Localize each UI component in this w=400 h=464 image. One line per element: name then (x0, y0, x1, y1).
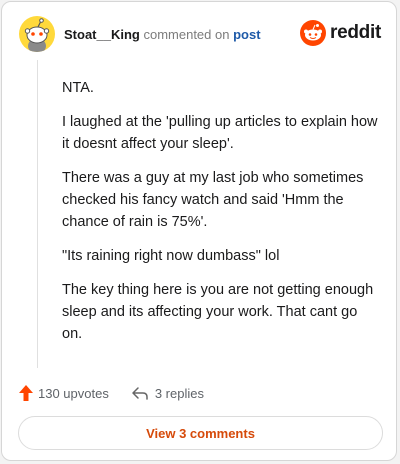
post-link[interactable]: post (233, 27, 260, 42)
comment-paragraph: "Its raining right now dumbass" lol (62, 248, 280, 264)
upvote-control[interactable]: 130 upvotes (18, 384, 109, 402)
view-comments-button[interactable]: View 3 comments (18, 416, 383, 450)
reddit-brand[interactable]: reddit (300, 20, 381, 46)
user-avatar[interactable] (19, 16, 55, 52)
reddit-logo-icon (300, 20, 327, 46)
upvote-arrow-icon[interactable] (18, 384, 34, 402)
comment-paragraph: NTA. (62, 80, 94, 96)
replies-control[interactable]: 3 replies (131, 386, 204, 401)
reply-arrow-icon (132, 387, 148, 400)
username-link[interactable]: Stoat__King (64, 27, 140, 42)
comment-paragraph: I laughed at the 'pulling up articles to… (62, 114, 378, 152)
comment-byline: Stoat__King commented on post (64, 27, 261, 42)
thread-line (37, 60, 38, 368)
replies-count: 3 replies (154, 385, 204, 401)
comment-body: NTA. I laughed at the 'pulling up articl… (62, 77, 380, 357)
comment-actions: 130 upvotes 3 replies (18, 382, 380, 404)
comment-paragraph: The key thing here is you are not gettin… (62, 282, 374, 342)
comment-header: Stoat__King commented on post reddit (17, 16, 381, 52)
snoo-avatar-icon (24, 18, 50, 52)
comment-paragraph: There was a guy at my last job who somet… (62, 170, 364, 230)
byline-action-text: commented on (143, 27, 230, 42)
reddit-wordmark: reddit (330, 22, 381, 43)
comment-card: Stoat__King commented on post reddit NTA… (1, 1, 397, 461)
upvote-count: 130 upvotes (38, 385, 109, 401)
